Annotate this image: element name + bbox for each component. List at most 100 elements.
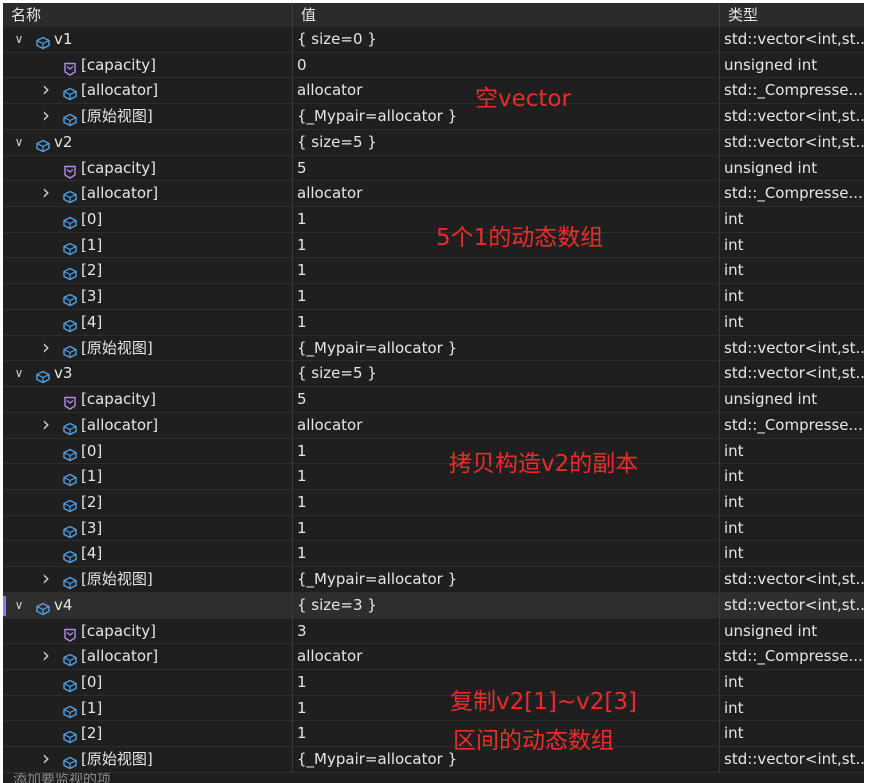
watch-type: unsigned int [719, 387, 864, 413]
watch-value[interactable]: { size=5 } [292, 361, 719, 387]
watch-value[interactable]: 0 [292, 52, 719, 78]
watch-name: [capacity] [81, 158, 157, 177]
watch-name: [allocator] [81, 647, 159, 666]
watch-row[interactable]: [4] 1 int [3, 541, 864, 568]
watch-row[interactable]: › [原始视图] {_Mypair=allocator } std::vector<i… [3, 104, 864, 130]
column-header: 名称 值 类型 [3, 3, 864, 27]
variable-icon [35, 33, 51, 50]
watch-type: int [719, 207, 864, 233]
collapse-chevron-icon[interactable]: ∨ [13, 361, 25, 386]
add-watch-placeholder[interactable]: 添加要监视的项 [3, 773, 111, 783]
watch-row[interactable]: [3] 1 int [3, 284, 864, 310]
watch-value[interactable]: allocator [292, 412, 719, 438]
watch-type: std::vector<int,st... [719, 104, 864, 130]
watch-row[interactable]: › [allocator] allocator std::_Compresse... [3, 644, 864, 670]
watch-row[interactable]: [2] 1 int [3, 258, 864, 285]
watch-row[interactable]: ∨ v4 { size=3 } std::vector<int,st... [3, 592, 864, 619]
watch-name-cell: [1] [3, 464, 292, 489]
watch-type: int [719, 284, 864, 310]
watch-value[interactable]: 1 [292, 258, 719, 284]
watch-value[interactable]: 1 [292, 309, 719, 335]
watch-value[interactable]: 5 [292, 387, 719, 413]
collapse-chevron-icon[interactable]: ∨ [13, 130, 25, 155]
watch-row[interactable]: [0] 1 int [3, 207, 864, 233]
watch-name: [原始视图] [81, 107, 153, 126]
watch-value[interactable]: 1 [292, 284, 719, 310]
expand-chevron-icon[interactable]: › [40, 104, 52, 129]
watch-name: [4] [81, 312, 103, 331]
watch-type: int [719, 232, 864, 258]
watch-row[interactable]: › [allocator] allocator std::_Compresse... [3, 412, 864, 439]
watch-row[interactable]: › [原始视图] {_Mypair=allocator } std::vector<i… [3, 747, 864, 773]
watch-row[interactable]: › [原始视图] {_Mypair=allocator } std::vector<i… [3, 335, 864, 362]
watch-type: int [719, 515, 864, 541]
watch-value[interactable]: {_Mypair=allocator } [292, 567, 719, 593]
watch-row[interactable]: [4] 1 int [3, 309, 864, 336]
column-header-type[interactable]: 类型 [719, 3, 864, 27]
watch-row[interactable]: ∨ v1 { size=0 } std::vector<int,st... [3, 27, 864, 53]
expand-chevron-icon[interactable]: › [40, 78, 52, 103]
watch-row[interactable]: [1] 1 int [3, 464, 864, 490]
column-header-name[interactable]: 名称 [3, 3, 292, 27]
watch-name: v2 [54, 132, 73, 151]
variable-icon [62, 702, 78, 718]
watch-row[interactable]: [2] 1 int [3, 489, 864, 516]
watch-value[interactable]: allocator [292, 181, 719, 207]
expand-chevron-icon[interactable]: › [40, 567, 52, 592]
annotation-range-copy-line1: 复制v2[1]~v2[3] [450, 689, 637, 715]
watch-value[interactable]: { size=3 } [292, 592, 719, 618]
watch-type: int [719, 309, 864, 335]
watch-name: [原始视图] [81, 570, 153, 589]
variable-icon [62, 316, 78, 333]
expand-chevron-icon[interactable]: › [40, 181, 52, 206]
variable-icon [62, 470, 78, 487]
watch-row[interactable]: [2] 1 int [3, 721, 864, 748]
watch-row[interactable]: ∨ v3 { size=5 } std::vector<int,st... [3, 361, 864, 388]
watch-name-cell: ∨ v2 [3, 130, 292, 155]
watch-value[interactable]: 1 [292, 515, 719, 541]
annotation-five-ones: 5个1的动态数组 [436, 225, 604, 251]
watch-row[interactable]: [capacity] 5 unsigned int [3, 155, 864, 182]
watch-value[interactable]: { size=5 } [292, 129, 719, 155]
watch-name: [4] [81, 544, 103, 563]
watch-name-cell: [3] [3, 284, 292, 309]
property-icon [62, 625, 78, 642]
watch-value[interactable]: 1 [292, 541, 719, 567]
collapse-chevron-icon[interactable]: ∨ [13, 593, 25, 618]
expand-chevron-icon[interactable]: › [40, 747, 52, 772]
watch-row[interactable]: [0] 1 int [3, 669, 864, 696]
watch-row[interactable]: [capacity] 5 unsigned int [3, 387, 864, 413]
watch-type: std::vector<int,st... [719, 747, 864, 773]
watch-row[interactable]: [3] 1 int [3, 515, 864, 542]
column-header-value[interactable]: 值 [292, 3, 719, 27]
watch-row[interactable]: › [allocator] allocator std::_Compresse... [3, 78, 864, 105]
expand-chevron-icon[interactable]: › [40, 413, 52, 438]
watch-type: unsigned int [719, 155, 864, 181]
watch-value[interactable]: 3 [292, 618, 719, 644]
expand-chevron-icon[interactable]: › [40, 644, 52, 669]
watch-name-cell: › [原始视图] [3, 567, 292, 592]
expand-chevron-icon[interactable]: › [40, 336, 52, 361]
annotation-empty-vector: 空vector [475, 86, 571, 112]
watch-row[interactable]: ∨ v2 { size=5 } std::vector<int,st... [3, 129, 864, 156]
watch-type: int [719, 258, 864, 284]
collapse-chevron-icon[interactable]: ∨ [13, 27, 25, 52]
watch-value[interactable]: 5 [292, 155, 719, 181]
watch-value[interactable]: { size=0 } [292, 27, 719, 52]
watch-row[interactable]: [1] 1 int [3, 232, 864, 259]
watch-row[interactable]: [1] 1 int [3, 695, 864, 722]
watch-row[interactable]: [capacity] 0 unsigned int [3, 52, 864, 79]
watch-name: [原始视图] [81, 750, 153, 769]
watch-row[interactable]: › [allocator] allocator std::_Compresse... [3, 181, 864, 208]
watch-name: [2] [81, 724, 103, 743]
watch-value[interactable]: 1 [292, 489, 719, 515]
watch-value[interactable]: {_Mypair=allocator } [292, 335, 719, 361]
watch-name: [allocator] [81, 184, 159, 203]
watch-row[interactable]: › [原始视图] {_Mypair=allocator } std::vector<i… [3, 567, 864, 593]
watch-type: int [719, 541, 864, 567]
watch-row[interactable]: [0] 1 int [3, 438, 864, 465]
watch-name-cell: [0] [3, 439, 292, 464]
watch-name-cell: › [allocator] [3, 78, 292, 103]
watch-row[interactable]: [capacity] 3 unsigned int [3, 618, 864, 645]
watch-value[interactable]: allocator [292, 644, 719, 670]
